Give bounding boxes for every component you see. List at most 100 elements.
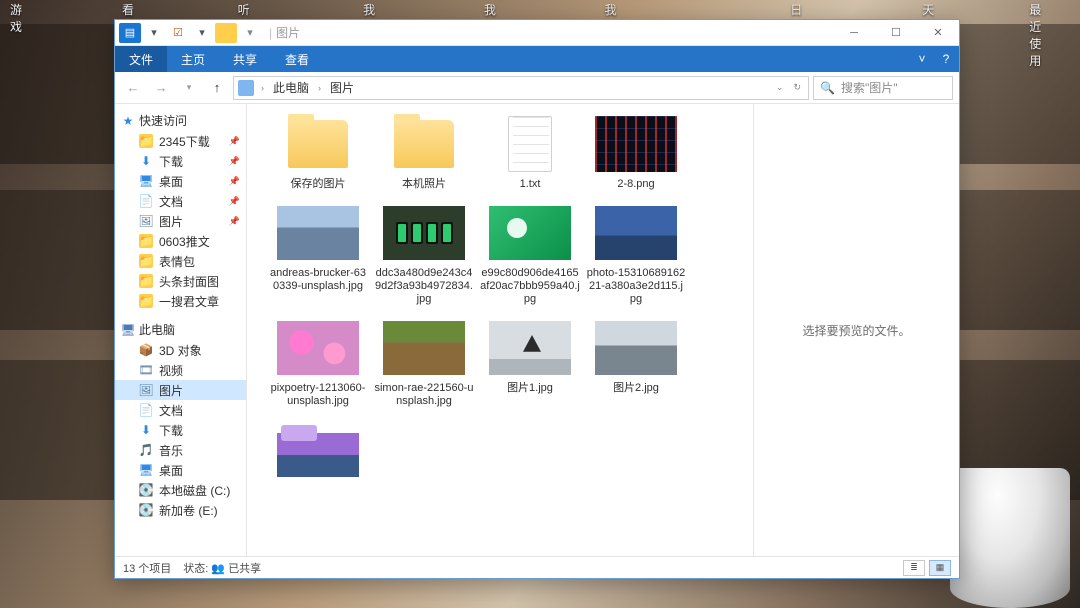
desktop-menu-item[interactable]: 我的壁纸 — [595, 0, 656, 18]
search-icon: 🔍 — [820, 81, 835, 95]
file-label: 本机照片 — [402, 178, 446, 191]
qat-overflow-icon[interactable]: ▾ — [239, 23, 261, 43]
chevron-right-icon[interactable]: › — [315, 83, 324, 93]
desktop-menu-item[interactable]: 游戏 — [0, 0, 52, 18]
file-item[interactable]: 图片2.jpg — [583, 318, 689, 408]
file-item[interactable]: ddc3a480d9e243c49d2f3a93b4972834.jpg — [371, 203, 477, 306]
sidebar-item[interactable]: ⬇下载 — [115, 420, 246, 440]
folder-icon[interactable] — [215, 23, 237, 43]
file-item[interactable] — [265, 420, 371, 484]
breadcrumb-segment[interactable]: 图片 — [328, 79, 356, 96]
thumbnail — [595, 206, 677, 260]
sidebar-item[interactable]: 🎞视频 — [115, 360, 246, 380]
desktop-menu-item[interactable]: 看电影 — [112, 0, 168, 18]
qat-dropdown-icon[interactable]: ▾ — [191, 23, 213, 43]
file-item[interactable]: photo-1531068916221-a380a3e2d115.jpg — [583, 203, 689, 306]
sidebar-item[interactable]: 🖥桌面 — [115, 460, 246, 480]
file-item[interactable]: andreas-brucker-630339-unsplash.jpg — [265, 203, 371, 306]
sidebar-item[interactable]: 💽新加卷 (E:) — [115, 500, 246, 520]
desktop-menu-item[interactable]: 日历 — [780, 0, 832, 18]
close-button[interactable]: ✕ — [917, 20, 959, 46]
sidebar-item[interactable]: 📁0603推文 — [115, 231, 246, 251]
ribbon-tab-share[interactable]: 共享 — [219, 46, 271, 72]
file-item[interactable]: simon-rae-221560-unsplash.jpg — [371, 318, 477, 408]
fold-icon: 📁 — [139, 274, 153, 288]
file-item[interactable]: 2-8.png — [583, 114, 689, 191]
sidebar-item-label: 文档 — [159, 193, 183, 210]
sidebar-item-label: 新加卷 (E:) — [159, 502, 218, 519]
file-item[interactable]: pixpoetry-1213060-unsplash.jpg — [265, 318, 371, 408]
file-label: 图片2.jpg — [613, 382, 659, 395]
sidebar-item[interactable]: ⬇下载📌 — [115, 151, 246, 171]
maximize-button[interactable]: ☐ — [875, 20, 917, 46]
pin-icon: 📌 — [229, 216, 240, 227]
sidebar-item-label: 音乐 — [159, 442, 183, 459]
ribbon-collapse-icon[interactable]: ˅ — [911, 46, 933, 72]
refresh-icon[interactable]: ↻ — [790, 82, 804, 93]
back-button[interactable]: ← — [121, 76, 145, 100]
sidebar-item[interactable]: 📦3D 对象 — [115, 340, 246, 360]
sidebar-item-label: 桌面 — [159, 173, 183, 190]
file-label: 2-8.png — [617, 178, 654, 191]
ribbon-tab-view[interactable]: 查看 — [271, 46, 323, 72]
sidebar-item[interactable]: 📁表情包 — [115, 251, 246, 271]
forward-button[interactable]: → — [149, 76, 173, 100]
titlebar[interactable]: ▤ ▾ ☑ ▾ ▾ | 图片 ─ ☐ ✕ — [115, 20, 959, 46]
recent-dropdown-icon[interactable]: ▾ — [177, 76, 201, 100]
sidebar-item[interactable]: 🖥桌面📌 — [115, 171, 246, 191]
address-dropdown-icon[interactable]: ⌄ — [773, 82, 787, 93]
sidebar-item-label: 一搜君文章 — [159, 293, 219, 310]
pin-icon: 📌 — [229, 136, 240, 147]
folder-item[interactable]: 本机照片 — [371, 114, 477, 191]
pic-icon: 🖼 — [139, 383, 153, 397]
file-label: 图片1.jpg — [507, 382, 553, 395]
sidebar-item[interactable]: 🎵音乐 — [115, 440, 246, 460]
desktop-menu-item[interactable]: 最近使用 — [1019, 0, 1080, 18]
sidebar-item[interactable]: 📁 一搜君文章 — [115, 291, 246, 311]
sidebar-item[interactable]: 📄文档 — [115, 400, 246, 420]
address-bar[interactable]: › 此电脑 › 图片 ⌄ ↻ — [233, 76, 809, 100]
thumbnail — [277, 206, 359, 260]
help-icon[interactable]: ? — [933, 46, 959, 72]
breadcrumb-segment[interactable]: 此电脑 — [271, 79, 311, 96]
tree-quick-access[interactable]: ★ 快速访问 — [115, 110, 246, 131]
desktop-menu-item[interactable]: 我的书架 — [353, 0, 414, 18]
view-details-button[interactable]: ≣ — [903, 560, 925, 576]
sidebar-item[interactable]: 🖼图片 — [115, 380, 246, 400]
minimize-button[interactable]: ─ — [833, 20, 875, 46]
explorer-icon[interactable]: ▤ — [119, 23, 141, 43]
search-input[interactable]: 🔍 搜索"图片" — [813, 76, 953, 100]
up-button[interactable]: ↑ — [205, 76, 229, 100]
sidebar-item[interactable]: 📁 头条封面图 — [115, 271, 246, 291]
sidebar-item[interactable]: 📄文档📌 — [115, 191, 246, 211]
desktop-menu-item[interactable]: 听音乐 — [228, 0, 284, 18]
view-thumbnails-button[interactable]: ▦ — [929, 560, 951, 576]
sidebar-item[interactable]: 💽本地磁盘 (C:) — [115, 480, 246, 500]
thumbnail — [489, 321, 571, 375]
sidebar-item-label: 下载 — [159, 422, 183, 439]
file-list[interactable]: 保存的图片本机照片 1.txt 2-8.png andreas-brucker-630… — [247, 104, 753, 556]
fold-icon: 📁 — [139, 294, 153, 308]
ribbon-tab-file[interactable]: 文件 — [115, 46, 167, 72]
sidebar-item-label: 2345下载 — [159, 133, 210, 150]
fold-icon: 📁 — [139, 134, 153, 148]
file-item[interactable]: e99c80d906de4165af20ac7bbb959a40.jpg — [477, 203, 583, 306]
tree-this-pc[interactable]: 🖥 此电脑 — [115, 319, 246, 340]
desktop-menu-item[interactable]: 天气 — [912, 0, 964, 18]
chevron-right-icon[interactable]: › — [258, 83, 267, 93]
sidebar-item[interactable]: 📁 2345下载 📌 — [115, 131, 246, 151]
sidebar-tree: ★ 快速访问 📁2345下载📌⬇下载📌🖥桌面📌📄文档📌🖼图片📌📁0603推文📁表… — [115, 104, 247, 556]
qat-dropdown-icon[interactable]: ▾ — [143, 23, 165, 43]
sidebar-item-label: 桌面 — [159, 462, 183, 479]
ribbon-tab-home[interactable]: 主页 — [167, 46, 219, 72]
properties-icon[interactable]: ☑ — [167, 23, 189, 43]
sidebar-item-label: 图片 — [159, 213, 183, 230]
desktop-menu-item[interactable]: 我的主题 — [474, 0, 535, 18]
sidebar-item-label: 头条封面图 — [159, 273, 219, 290]
file-item[interactable]: 图片1.jpg — [477, 318, 583, 408]
vid-icon: 🎞 — [139, 363, 153, 377]
sidebar-item[interactable]: 🖼图片📌 — [115, 211, 246, 231]
pin-icon: 📌 — [229, 176, 240, 187]
folder-item[interactable]: 保存的图片 — [265, 114, 371, 191]
file-item[interactable]: 1.txt — [477, 114, 583, 191]
